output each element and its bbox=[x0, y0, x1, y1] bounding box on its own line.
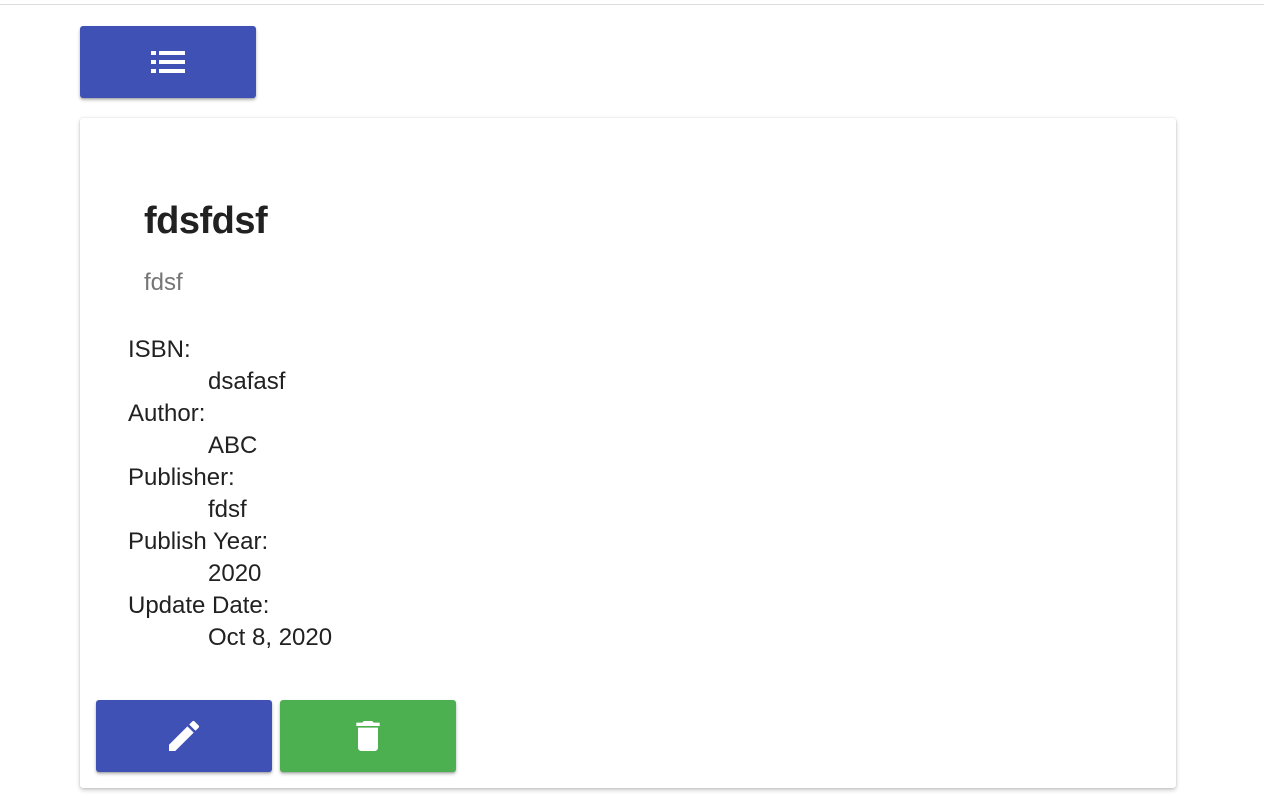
list-icon bbox=[149, 48, 187, 76]
isbn-label: ISBN: bbox=[128, 336, 191, 363]
trash-icon bbox=[348, 716, 388, 756]
book-subtitle: fdsf bbox=[144, 269, 183, 296]
publisher-label: Publisher: bbox=[128, 464, 235, 491]
publish-year-value: 2020 bbox=[208, 560, 262, 587]
publisher-value: fdsf bbox=[208, 496, 247, 523]
top-divider bbox=[0, 0, 1264, 5]
book-detail-card: fdsfdsf fdsf ISBN: dsafasf Author: ABC P… bbox=[80, 118, 1176, 788]
isbn-value: dsafasf bbox=[208, 368, 286, 395]
pencil-icon bbox=[164, 716, 204, 756]
update-date-value: Oct 8, 2020 bbox=[208, 624, 333, 651]
delete-button[interactable] bbox=[280, 700, 456, 772]
author-value: ABC bbox=[208, 432, 258, 459]
update-date-label: Update Date: bbox=[128, 592, 270, 619]
book-title: fdsfdsf bbox=[144, 200, 268, 242]
author-label: Author: bbox=[128, 400, 206, 427]
edit-button[interactable] bbox=[96, 700, 272, 772]
publish-year-label: Publish Year: bbox=[128, 528, 269, 555]
book-list-button[interactable] bbox=[80, 26, 256, 98]
book-details-list: ISBN: dsafasf Author: ABC Publisher: fds… bbox=[128, 334, 332, 654]
